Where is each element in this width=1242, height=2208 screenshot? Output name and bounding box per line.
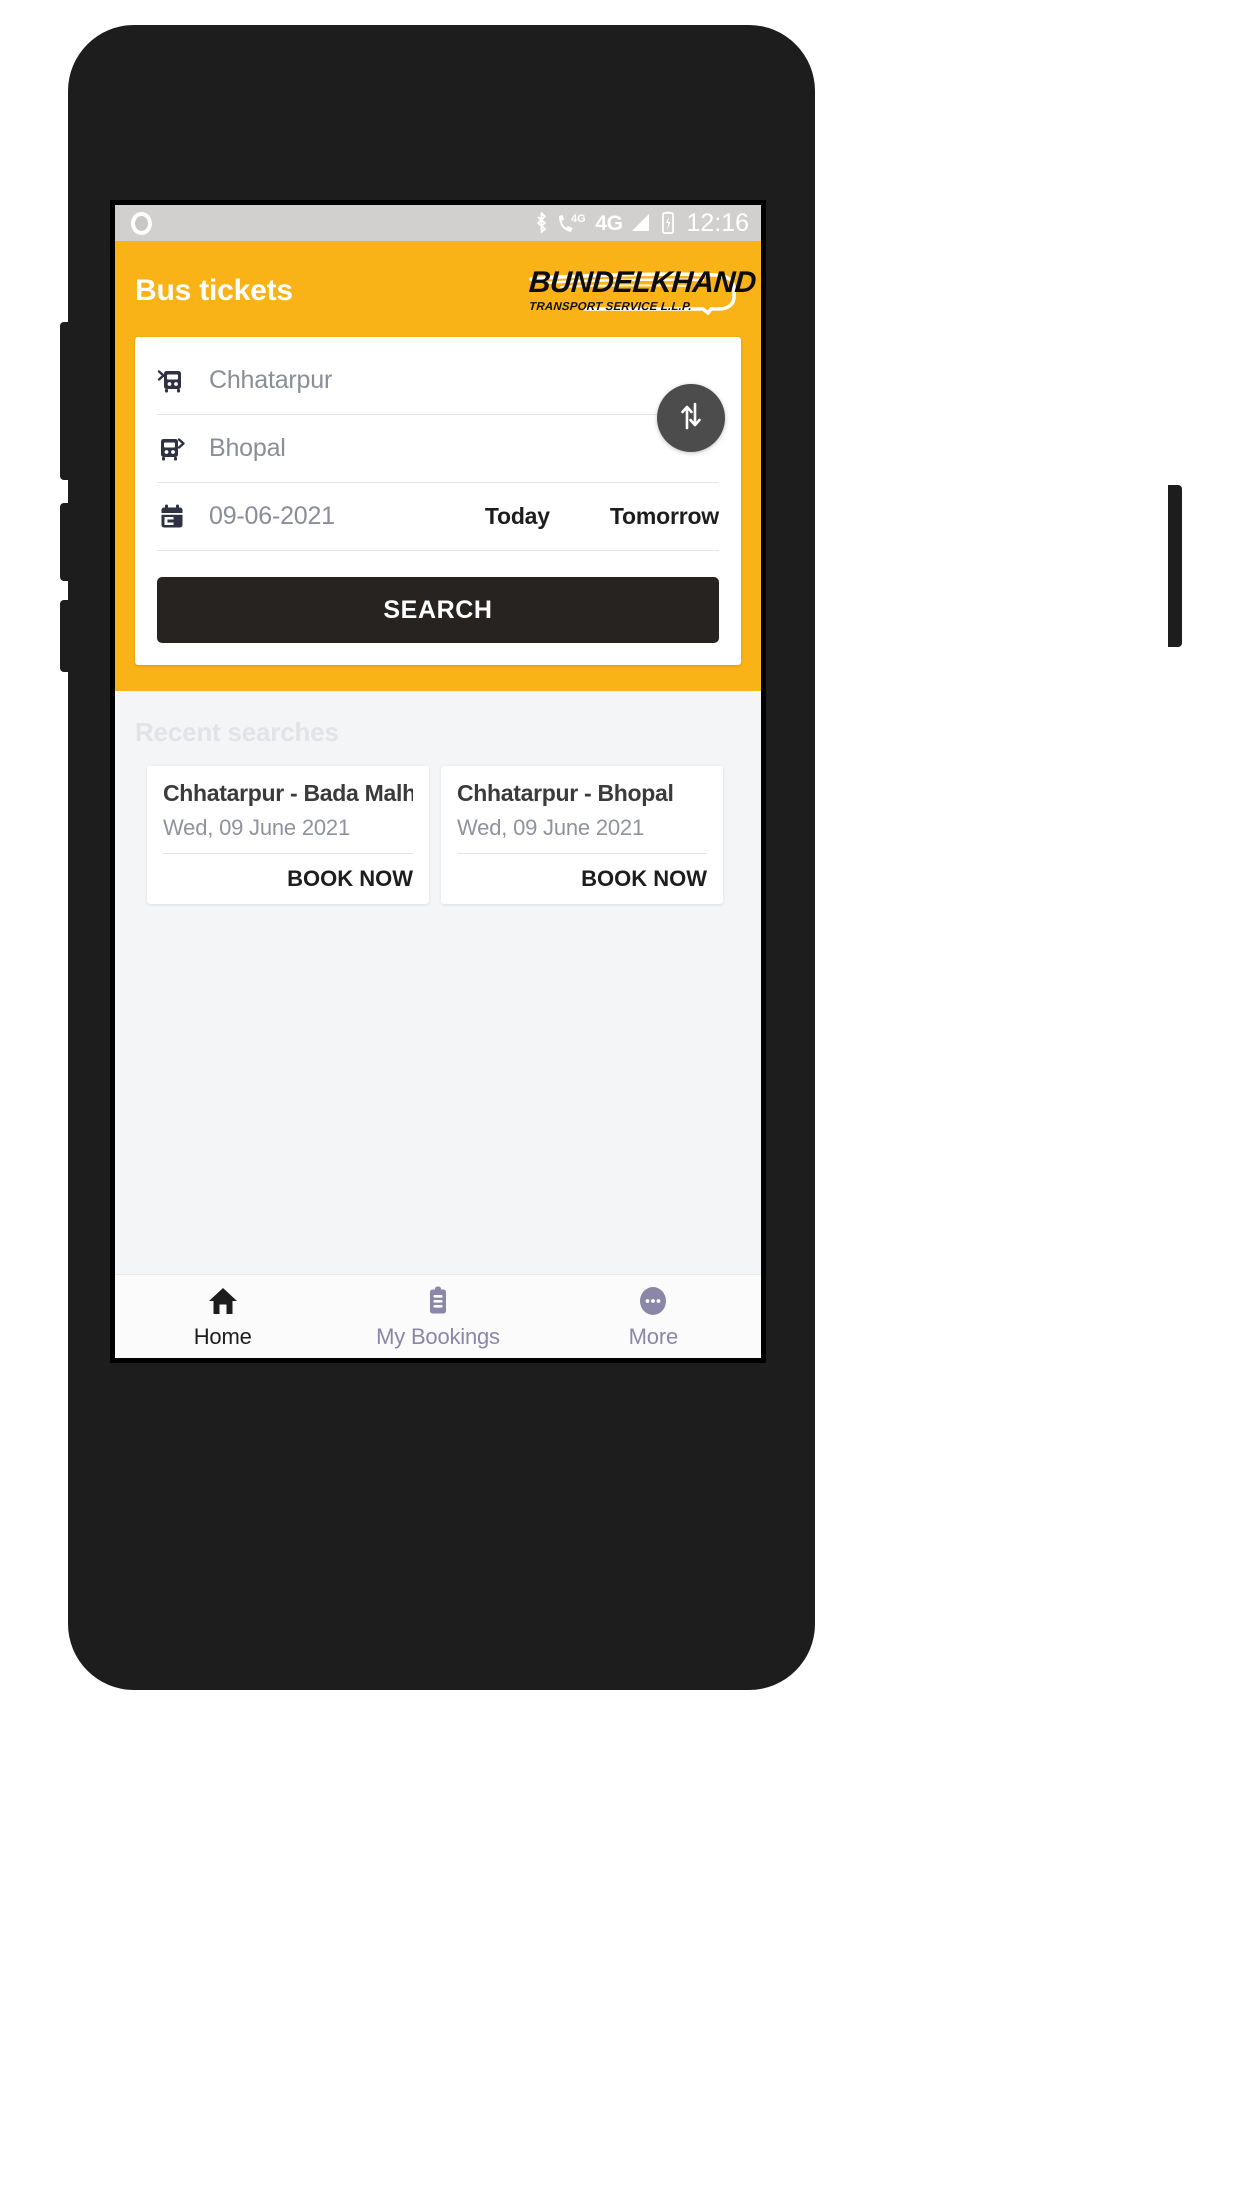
app-header: Bus tickets BUNDELKHAND TRANSPORT SERVIC… (115, 241, 761, 319)
nav-label-my-bookings: My Bookings (376, 1323, 500, 1349)
battery-charging-icon (660, 211, 676, 235)
to-field-row[interactable]: Bhopal (157, 415, 719, 483)
status-bar-left (131, 211, 527, 235)
nav-item-my-bookings[interactable]: My Bookings (330, 1284, 545, 1350)
recent-search-card[interactable]: Chhatarpur - Bhopal Wed, 09 June 2021 BO… (441, 766, 723, 904)
swap-vertical-icon (674, 398, 708, 439)
bluetooth-icon (534, 211, 549, 235)
clipboard-icon (422, 1284, 454, 1318)
tomorrow-button[interactable]: Tomorrow (610, 503, 719, 530)
today-button[interactable]: Today (485, 503, 550, 530)
date-field-row[interactable]: 09-06-2021 Today Tomorrow (157, 483, 719, 551)
recent-search-route: Chhatarpur - Bada Malh... (163, 780, 413, 806)
phone-volume-button-mid[interactable] (60, 503, 74, 581)
recent-search-card[interactable]: Chhatarpur - Bada Malh... Wed, 09 June 2… (147, 766, 429, 904)
book-now-button[interactable]: BOOK NOW (457, 854, 707, 904)
from-field-row[interactable]: Chhatarpur (157, 347, 719, 415)
travel-date-value: 09-06-2021 (209, 502, 335, 530)
recent-searches-list: Chhatarpur - Bada Malh... Wed, 09 June 2… (135, 766, 741, 904)
call-4g-icon: 4G (557, 211, 587, 235)
search-button[interactable]: SEARCH (157, 577, 719, 643)
nav-label-more: More (628, 1323, 679, 1349)
nav-item-home[interactable]: Home (115, 1284, 330, 1350)
bus-departure-icon (157, 366, 187, 396)
home-icon (206, 1284, 240, 1318)
phone-volume-button-upper[interactable] (60, 322, 74, 480)
network-4g-label: 4G (595, 211, 623, 235)
recent-searches-section: Recent searches Chhatarpur - Bada Malh..… (115, 691, 761, 904)
svg-text:4G: 4G (571, 213, 586, 225)
search-card: Chhatarpur Bhopal 09-06-2021 Today Tomor… (135, 337, 741, 665)
status-bar-right: 4G 4G 12:16 (534, 209, 749, 238)
bus-arrival-icon (157, 434, 187, 464)
recent-searches-title: Recent searches (135, 717, 339, 747)
brand-logo: BUNDELKHAND TRANSPORT SERVICE L.L.P. (525, 266, 757, 315)
nav-label-home: Home (193, 1323, 252, 1349)
from-city-value: Chhatarpur (209, 366, 333, 394)
brand-logo-name: BUNDELKHAND (527, 266, 757, 300)
signal-bars-icon (630, 211, 652, 235)
status-bar: 4G 4G 12:16 (115, 205, 761, 241)
search-card-container: Chhatarpur Bhopal 09-06-2021 Today Tomor… (115, 319, 761, 691)
phone-screen: 4G 4G 12:16 Bus tickets BUNDELKHAND TRAN… (110, 200, 766, 1363)
phone-volume-button-lower[interactable] (60, 600, 74, 672)
recent-search-route: Chhatarpur - Bhopal (457, 780, 674, 806)
screenshot-stage: 4G 4G 12:16 Bus tickets BUNDELKHAND TRAN… (0, 0, 1242, 2208)
to-city-value: Bhopal (209, 434, 286, 462)
page-title: Bus tickets (135, 274, 293, 307)
brand-logo-tagline: TRANSPORT SERVICE L.L.P. (528, 301, 693, 314)
status-bar-clock: 12:16 (686, 208, 749, 237)
camera-circle-icon (131, 211, 152, 235)
swap-cities-button[interactable] (657, 384, 725, 452)
nav-item-more[interactable]: More (546, 1284, 761, 1350)
more-dots-icon (637, 1284, 669, 1318)
bottom-navigation-bar: Home My Bookings More (115, 1274, 761, 1358)
recent-search-date: Wed, 09 June 2021 (163, 815, 351, 840)
phone-power-button[interactable] (1168, 485, 1182, 647)
recent-search-date: Wed, 09 June 2021 (457, 815, 645, 840)
book-now-button[interactable]: BOOK NOW (163, 854, 413, 904)
calendar-icon (157, 502, 187, 532)
